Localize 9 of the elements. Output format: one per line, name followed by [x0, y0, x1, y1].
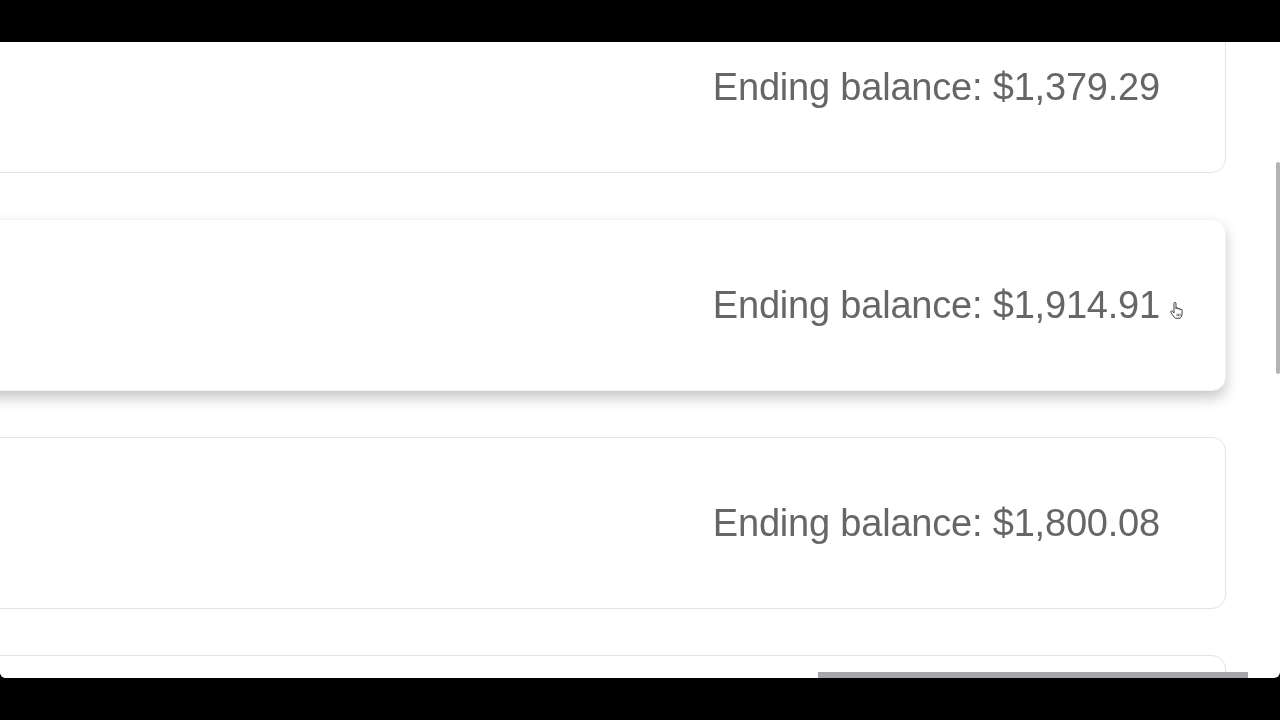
vertical-scrollbar-thumb[interactable]	[1276, 162, 1280, 374]
balance-card[interactable]: Ending balance: $1,379.29	[0, 42, 1226, 173]
balance-card[interactable]: Ending balance: $1,800.08	[0, 437, 1226, 609]
balance-card[interactable]: Ending balance: $1,914.91	[0, 219, 1226, 391]
ending-balance-text: Ending balance: $1,800.08	[712, 501, 1160, 545]
horizontal-scrollbar-thumb[interactable]	[818, 672, 1248, 678]
ending-balance-text: Ending balance: $1,914.91	[712, 283, 1160, 327]
hand-pointer-icon	[1170, 302, 1183, 319]
ending-balance-text: Ending balance: $1,379.29	[712, 65, 1160, 109]
